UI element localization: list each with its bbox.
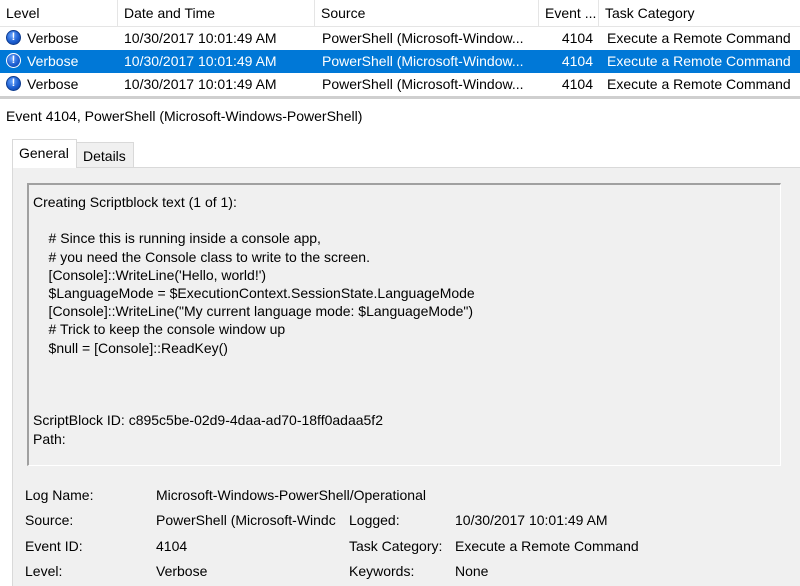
source-value: PowerShell (Microsoft-Windc <box>156 512 336 528</box>
cell-source: PowerShell (Microsoft-Window... <box>322 53 524 69</box>
log-name-value: Microsoft-Windows-PowerShell/Operational <box>156 487 426 503</box>
cell-task-category: Execute a Remote Command <box>607 76 791 92</box>
column-header-event-id[interactable]: Event ... <box>539 0 599 26</box>
task-category-value: Execute a Remote Command <box>455 538 639 554</box>
tab-details[interactable]: Details <box>77 142 134 168</box>
cell-level: Verbose <box>27 53 79 69</box>
information-icon: ! <box>6 30 21 45</box>
cell-source: PowerShell (Microsoft-Window... <box>322 76 524 92</box>
cell-event-id: 4104 <box>561 76 593 92</box>
cell-event-id: 4104 <box>561 30 593 46</box>
cell-source: PowerShell (Microsoft-Window... <box>322 30 524 46</box>
log-name-label: Log Name: <box>25 487 94 503</box>
table-row[interactable]: ! Verbose 10/30/2017 10:01:49 AM PowerShell… <box>0 73 800 96</box>
keywords-value: None <box>455 563 489 579</box>
tab-general[interactable]: General <box>12 139 77 168</box>
cell-level: Verbose <box>27 76 79 92</box>
column-header-task-category[interactable]: Task Category <box>599 0 800 26</box>
cell-task-category: Execute a Remote Command <box>607 53 791 69</box>
event-grid-header: Level Date and Time Source Event ... Tas… <box>0 0 800 27</box>
event-id-label: Event ID: <box>25 538 83 554</box>
event-description-box[interactable]: Creating Scriptblock text (1 of 1): # Si… <box>27 183 781 466</box>
event-id-value: 4104 <box>156 538 188 554</box>
table-row[interactable]: ! Verbose 10/30/2017 10:01:49 AM PowerShell… <box>0 27 800 50</box>
task-category-label: Task Category: <box>349 538 443 554</box>
column-header-date-time[interactable]: Date and Time <box>118 0 315 26</box>
information-icon: ! <box>6 76 21 91</box>
keywords-label: Keywords: <box>349 563 415 579</box>
level-label: Level: <box>25 563 63 579</box>
level-value: Verbose <box>156 563 208 579</box>
cell-date-time: 10/30/2017 10:01:49 AM <box>124 76 277 92</box>
information-icon: ! <box>6 53 21 68</box>
column-header-source[interactable]: Source <box>315 0 539 26</box>
cell-date-time: 10/30/2017 10:01:49 AM <box>124 53 277 69</box>
pane-splitter[interactable] <box>0 96 800 99</box>
cell-task-category: Execute a Remote Command <box>607 30 791 46</box>
logged-value: 10/30/2017 10:01:49 AM <box>455 512 608 528</box>
cell-event-id: 4104 <box>561 53 593 69</box>
logged-label: Logged: <box>349 512 400 528</box>
source-label: Source: <box>25 512 74 528</box>
column-header-level[interactable]: Level <box>0 0 118 26</box>
cell-level: Verbose <box>27 30 79 46</box>
cell-date-time: 10/30/2017 10:01:49 AM <box>124 30 277 46</box>
table-row[interactable]: ! Verbose 10/30/2017 10:01:49 AM PowerShell… <box>0 50 800 73</box>
event-detail-title: Event 4104, PowerShell (Microsoft-Window… <box>6 108 363 124</box>
event-description-text: Creating Scriptblock text (1 of 1): # Si… <box>33 194 475 447</box>
